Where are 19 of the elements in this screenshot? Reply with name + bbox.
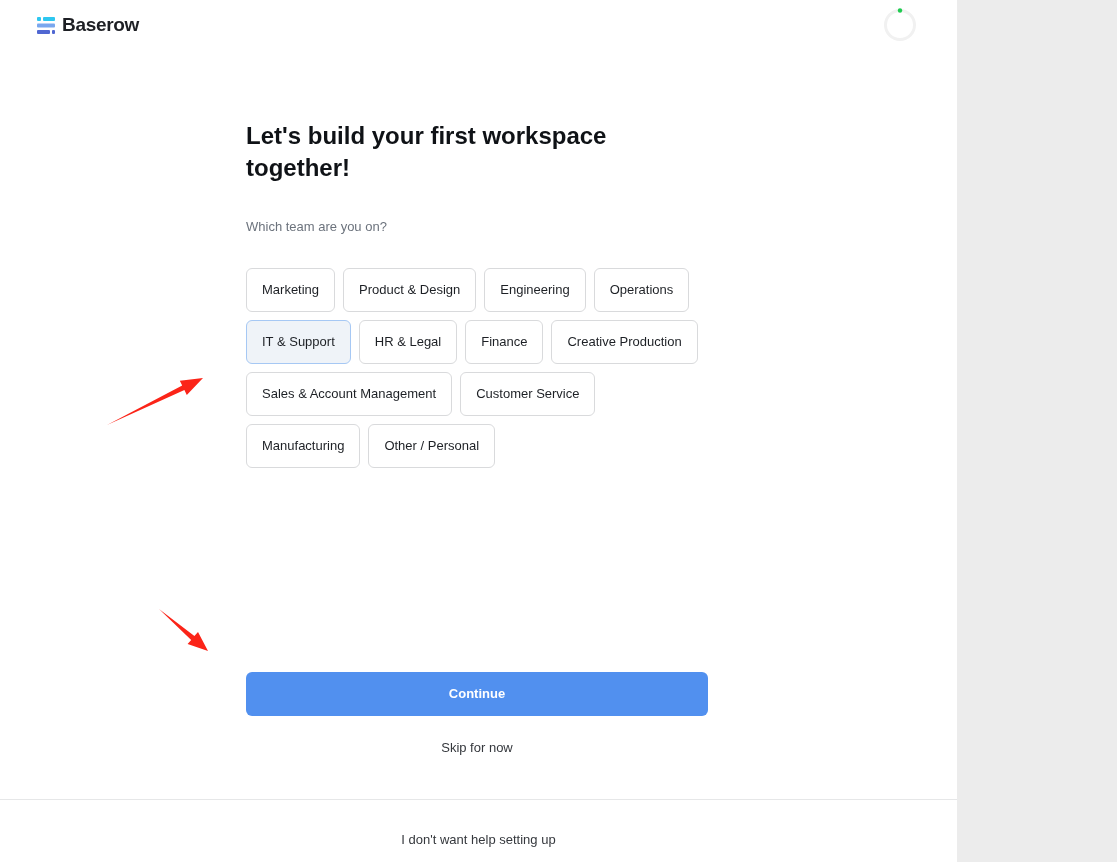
logo-icon (37, 16, 55, 34)
skip-setup-link[interactable]: I don't want help setting up (401, 830, 556, 850)
team-option[interactable]: HR & Legal (358, 320, 458, 364)
skip-link[interactable]: Skip for now (441, 738, 513, 758)
team-option[interactable]: Marketing (246, 268, 336, 312)
team-option[interactable]: Sales & Account Management (246, 372, 453, 416)
progress-ring-icon (883, 8, 917, 42)
team-question: Which team are you on? (246, 218, 388, 236)
team-option[interactable]: Engineering (484, 268, 586, 312)
team-option[interactable]: Operations (593, 268, 690, 312)
team-option[interactable]: Other / Personal (368, 424, 496, 468)
page-heading: Let's build your first workspace together! (246, 121, 608, 183)
logo-text: Baserow (62, 12, 140, 37)
team-option[interactable]: Manufacturing (246, 424, 361, 468)
team-option[interactable]: Product & Design (343, 268, 477, 312)
team-option[interactable]: Customer Service (460, 372, 596, 416)
team-option[interactable]: IT & Support (246, 320, 351, 364)
team-option[interactable]: Creative Production (551, 320, 698, 364)
team-option[interactable]: Finance (465, 320, 544, 364)
